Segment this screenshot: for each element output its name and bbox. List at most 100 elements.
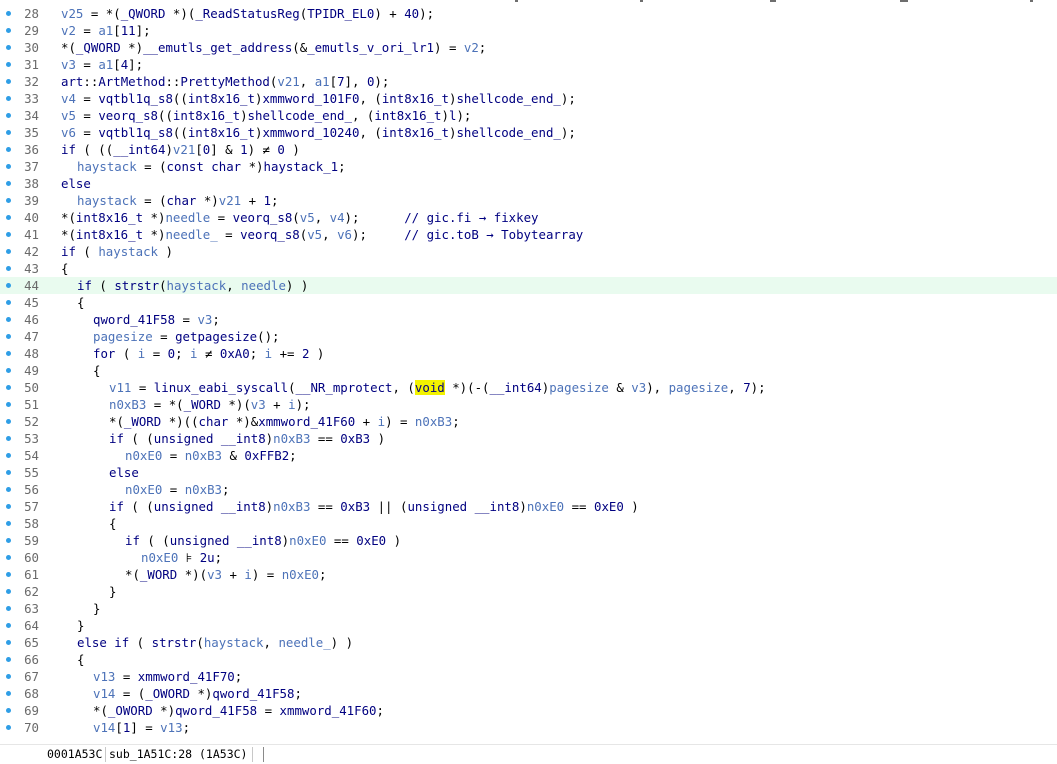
code-text[interactable]: v4 = vqtbl1q_s8((int8x16_t)xmmword_101F0… [61,90,576,107]
breakpoint-marker-icon[interactable] [6,589,11,594]
code-line[interactable]: 50 v11 = linux_eabi_syscall(__NR_mprotect… [0,379,1057,396]
breakpoint-marker-icon[interactable] [6,725,11,730]
code-line[interactable]: 53 if ( (unsigned __int8)n0xB3 == 0xB3 ) [0,430,1057,447]
breakpoint-marker-icon[interactable] [6,453,11,458]
code-text[interactable]: v11 = linux_eabi_syscall(__NR_mprotect, … [109,379,766,396]
breakpoint-marker-icon[interactable] [6,232,11,237]
breakpoint-marker-icon[interactable] [6,691,11,696]
code-line[interactable]: 44 if ( strstr(haystack, needle) ) [0,277,1057,294]
code-text[interactable]: qword_41F58 = v3; [93,311,220,328]
code-text[interactable]: } [109,583,116,600]
code-text[interactable]: else [109,464,139,481]
code-line[interactable]: 29 v2 = a1[11]; [0,22,1057,39]
breakpoint-marker-icon[interactable] [6,538,11,543]
breakpoint-marker-icon[interactable] [6,623,11,628]
breakpoint-marker-icon[interactable] [6,11,11,16]
code-text[interactable]: { [77,651,84,668]
code-line[interactable]: 59 if ( (unsigned __int8)n0xE0 == 0xE0 ) [0,532,1057,549]
code-line[interactable]: 34 v5 = veorq_s8((int8x16_t)shellcode_end… [0,107,1057,124]
code-line[interactable]: 41 *(int8x16_t *)needle_ = veorq_s8(v5, v… [0,226,1057,243]
code-text[interactable]: } [77,617,84,634]
breakpoint-marker-icon[interactable] [6,215,11,220]
code-text[interactable]: v2 = a1[11]; [61,22,151,39]
code-line[interactable]: 52 *(_WORD *)((char *)&xmmword_41F60 + i)… [0,413,1057,430]
code-line[interactable]: 61 *(_WORD *)(v3 + i) = n0xE0; [0,566,1057,583]
code-text[interactable]: v6 = vqtbl1q_s8((int8x16_t)xmmword_10240… [61,124,576,141]
code-text[interactable]: v25 = *(_QWORD *)(_ReadStatusReg(TPIDR_E… [61,5,434,22]
code-text[interactable]: for ( i = 0; i ≠ 0xA0; i += 2 ) [93,345,324,362]
breakpoint-marker-icon[interactable] [6,181,11,186]
code-text[interactable]: if ( (unsigned __int8)n0xE0 == 0xE0 ) [125,532,401,549]
code-text[interactable]: n0xE0 = n0xB3; [125,481,229,498]
code-text[interactable]: haystack = (const char *)haystack_1; [77,158,346,175]
code-line[interactable]: 28 v25 = *(_QWORD *)(_ReadStatusReg(TPIDR… [0,5,1057,22]
code-line[interactable]: 62} [0,583,1057,600]
breakpoint-marker-icon[interactable] [6,300,11,305]
code-line[interactable]: 43 { [0,260,1057,277]
code-line[interactable]: 51 n0xB3 = *(_WORD *)(v3 + i); [0,396,1057,413]
code-line[interactable]: 39 haystack = (char *)v21 + 1; [0,192,1057,209]
code-line[interactable]: 30 *(_QWORD *)__emutls_get_address(&_emut… [0,39,1057,56]
code-line[interactable]: 58 { [0,515,1057,532]
code-line[interactable]: 60 n0xE0 ⊧ 2u; [0,549,1057,566]
breakpoint-marker-icon[interactable] [6,266,11,271]
code-text[interactable]: n0xE0 = n0xB3 & 0xFFB2; [125,447,297,464]
code-text[interactable]: *(_OWORD *)qword_41F58 = xmmword_41F60; [93,702,384,719]
code-line[interactable]: 49 { [0,362,1057,379]
code-text[interactable]: v3 = a1[4]; [61,56,143,73]
code-text[interactable]: v5 = veorq_s8((int8x16_t)shellcode_end_,… [61,107,471,124]
code-text[interactable]: else [61,175,91,192]
breakpoint-marker-icon[interactable] [6,79,11,84]
code-line[interactable]: 46 qword_41F58 = v3; [0,311,1057,328]
breakpoint-marker-icon[interactable] [6,62,11,67]
breakpoint-marker-icon[interactable] [6,198,11,203]
breakpoint-marker-icon[interactable] [6,657,11,662]
breakpoint-marker-icon[interactable] [6,317,11,322]
code-text[interactable]: else if ( strstr(haystack, needle_) ) [77,634,353,651]
code-text[interactable]: { [61,260,68,277]
code-text[interactable]: v14 = (_OWORD *)qword_41F58; [93,685,302,702]
code-text[interactable]: { [77,294,84,311]
pseudocode-view[interactable]: 28 v25 = *(_QWORD *)(_ReadStatusReg(TPIDR… [0,5,1057,744]
breakpoint-marker-icon[interactable] [6,164,11,169]
breakpoint-marker-icon[interactable] [6,249,11,254]
code-text[interactable]: n0xB3 = *(_WORD *)(v3 + i); [109,396,310,413]
breakpoint-marker-icon[interactable] [6,283,11,288]
code-line[interactable]: 45 { [0,294,1057,311]
code-line[interactable]: 40 *(int8x16_t *)needle = veorq_s8(v5, v4… [0,209,1057,226]
code-text[interactable]: *(int8x16_t *)needle = veorq_s8(v5, v4);… [61,209,539,226]
breakpoint-marker-icon[interactable] [6,402,11,407]
code-line[interactable]: 66 { [0,651,1057,668]
code-text[interactable]: n0xE0 ⊧ 2u; [141,549,222,566]
breakpoint-marker-icon[interactable] [6,113,11,118]
breakpoint-marker-icon[interactable] [6,640,11,645]
code-text[interactable]: haystack = (char *)v21 + 1; [77,192,278,209]
code-text[interactable]: v14[1] = v13; [93,719,190,736]
breakpoint-marker-icon[interactable] [6,419,11,424]
breakpoint-marker-icon[interactable] [6,436,11,441]
code-text[interactable]: pagesize = getpagesize(); [93,328,280,345]
code-text[interactable]: art::ArtMethod::PrettyMethod(v21, a1[7],… [61,73,389,90]
breakpoint-marker-icon[interactable] [6,674,11,679]
code-text[interactable]: *(int8x16_t *)needle_ = veorq_s8(v5, v6)… [61,226,583,243]
breakpoint-marker-icon[interactable] [6,351,11,356]
code-text[interactable]: if ( strstr(haystack, needle) ) [77,277,308,294]
code-line[interactable]: 69 *(_OWORD *)qword_41F58 = xmmword_41F60… [0,702,1057,719]
breakpoint-marker-icon[interactable] [6,96,11,101]
code-line[interactable]: 47 pagesize = getpagesize(); [0,328,1057,345]
code-line[interactable]: 57 if ( (unsigned __int8)n0xB3 == 0xB3 ||… [0,498,1057,515]
breakpoint-marker-icon[interactable] [6,130,11,135]
code-text[interactable]: v13 = xmmword_41F70; [93,668,242,685]
code-line[interactable]: 37 haystack = (const char *)haystack_1; [0,158,1057,175]
breakpoint-marker-icon[interactable] [6,572,11,577]
code-line[interactable]: 38 else [0,175,1057,192]
code-line[interactable]: 35 v6 = vqtbl1q_s8((int8x16_t)xmmword_102… [0,124,1057,141]
code-text[interactable]: *(_WORD *)(v3 + i) = n0xE0; [125,566,326,583]
code-line[interactable]: 54 n0xE0 = n0xB3 & 0xFFB2; [0,447,1057,464]
code-text[interactable]: if ( ((__int64)v21[0] & 1) ≠ 0 ) [61,141,300,158]
code-line[interactable]: 55 else [0,464,1057,481]
code-text[interactable]: } [93,600,100,617]
code-line[interactable]: 65 else if ( strstr(haystack, needle_) ) [0,634,1057,651]
code-line[interactable]: 64} [0,617,1057,634]
breakpoint-marker-icon[interactable] [6,521,11,526]
